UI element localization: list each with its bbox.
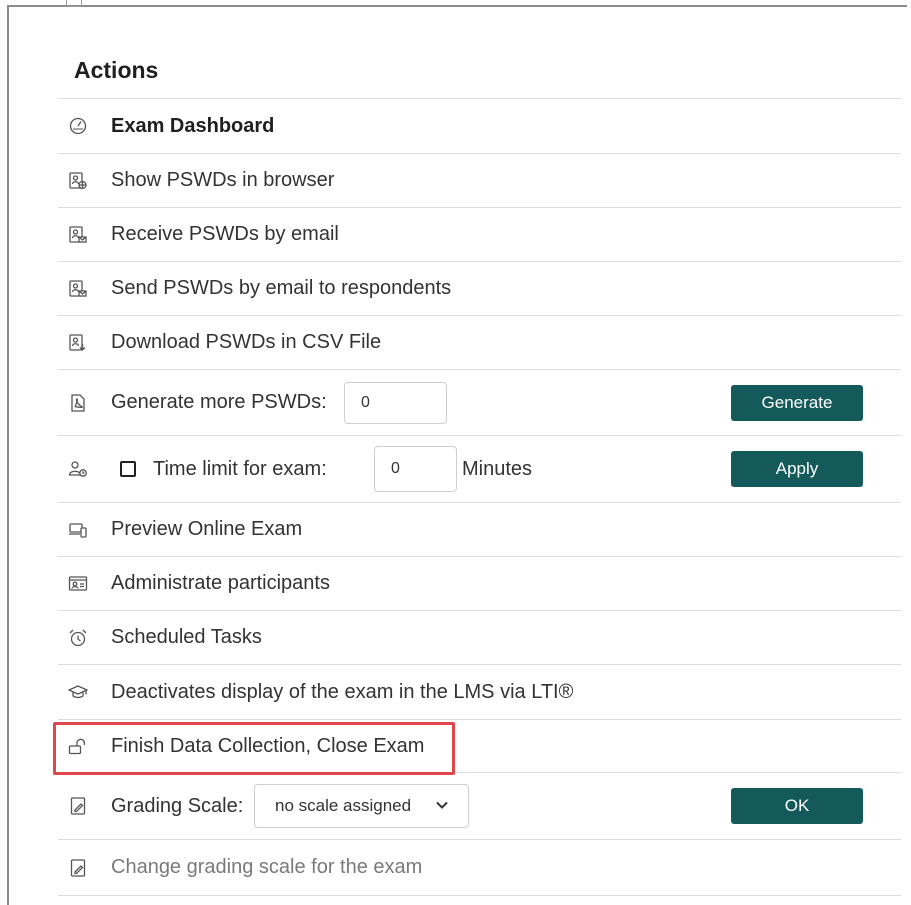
action-label: Show PSWDs in browser [111, 169, 335, 191]
grading-scale-select[interactable]: no scale assigned [254, 784, 469, 828]
action-download-pswds-csv[interactable]: Download PSWDs in CSV File [58, 316, 901, 370]
unlock-icon [68, 736, 88, 756]
user-download-icon [68, 333, 88, 353]
time-limit-label: Time limit for exam: [153, 457, 327, 480]
edit-document-icon [68, 796, 88, 816]
minutes-label: Minutes [462, 457, 533, 480]
action-scheduled-tasks[interactable]: Scheduled Tasks [58, 611, 901, 665]
action-label: Deactivates display of the exam in the L… [111, 680, 574, 703]
action-label: Administrate participants [111, 572, 330, 594]
action-finish-data-collection[interactable]: Finish Data Collection, Close Exam [58, 720, 901, 773]
action-label: Change grading scale for the exam [111, 856, 423, 878]
user-globe-icon [68, 171, 88, 191]
time-limit-input[interactable]: 0 [374, 446, 457, 492]
action-send-pswds-respondents[interactable]: Send PSWDs by email to respondents [58, 262, 901, 316]
action-label: Send PSWDs by email to respondents [111, 277, 452, 299]
action-time-limit: Time limit for exam: 0 Minutes Apply [58, 436, 901, 503]
action-label: Finish Data Collection, Close Exam [111, 734, 425, 757]
id-card-icon [68, 574, 88, 594]
user-mail-icon [68, 225, 88, 245]
edit-document-icon [68, 858, 88, 878]
action-generate-pswds: Generate more PSWDs: 0 Generate [58, 370, 901, 436]
chevron-down-icon [436, 801, 448, 809]
speedometer-icon [68, 116, 88, 136]
ok-button[interactable]: OK [731, 788, 863, 824]
action-change-grading-scale[interactable]: Change grading scale for the exam [58, 840, 901, 896]
action-exam-dashboard[interactable]: Exam Dashboard [58, 99, 901, 154]
user-clock-icon [68, 459, 88, 479]
actions-panel: Actions Exam Dashboard Show PSWDs in bro… [58, 42, 901, 905]
user-send-icon [68, 279, 88, 299]
grading-scale-label: Grading Scale: [111, 794, 244, 817]
apply-button[interactable]: Apply [731, 451, 863, 487]
action-grading-scale: Grading Scale: no scale assigned OK [58, 773, 901, 840]
generate-label: Generate more PSWDs: [111, 391, 327, 413]
action-preview-online-exam[interactable]: Preview Online Exam [58, 503, 901, 557]
action-show-pswds-browser[interactable]: Show PSWDs in browser [58, 154, 901, 208]
action-label: Preview Online Exam [111, 518, 303, 540]
action-administrate-participants[interactable]: Administrate participants [58, 557, 901, 611]
pdf-icon [68, 393, 88, 413]
action-receive-pswds-email[interactable]: Receive PSWDs by email [58, 208, 901, 262]
graduation-cap-icon [68, 682, 88, 702]
generate-count-input[interactable]: 0 [344, 381, 447, 424]
action-label: Scheduled Tasks [111, 626, 262, 648]
alarm-clock-icon [68, 628, 88, 648]
generate-button[interactable]: Generate [731, 384, 863, 421]
collapsed-item-icon [66, 0, 82, 7]
action-label: Receive PSWDs by email [111, 223, 339, 245]
panel-title: Actions [58, 42, 901, 99]
monitor-phone-icon [68, 520, 88, 540]
grading-scale-value: no scale assigned [275, 796, 412, 815]
time-limit-checkbox[interactable] [120, 461, 136, 477]
action-deactivate-lms-display[interactable]: Deactivates display of the exam in the L… [58, 665, 901, 720]
action-label: Exam Dashboard [111, 114, 275, 137]
action-label: Download PSWDs in CSV File [111, 331, 382, 353]
